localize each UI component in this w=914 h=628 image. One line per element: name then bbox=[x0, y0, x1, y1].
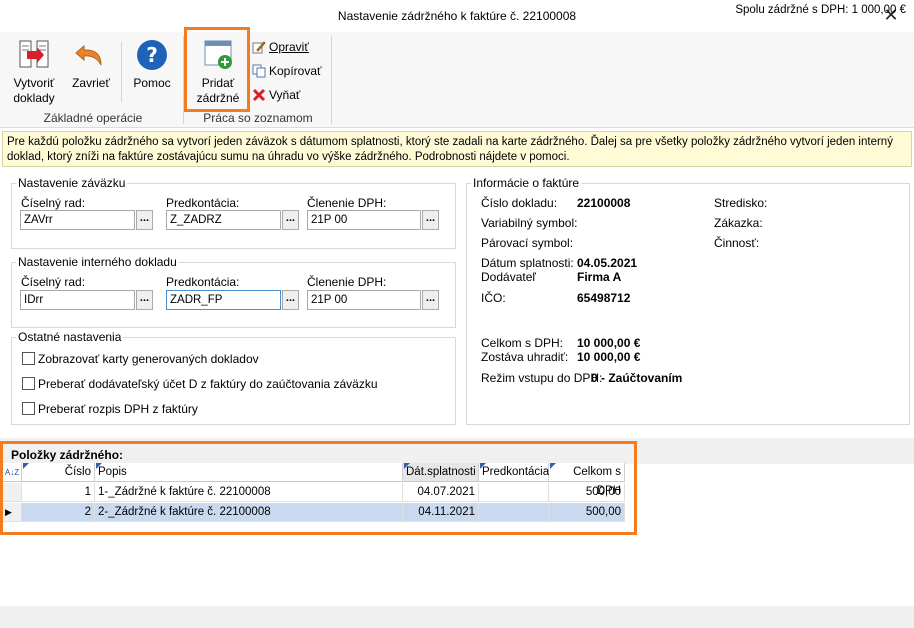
group-label-list: Práca so zoznamom bbox=[203, 111, 313, 125]
create-documents-icon bbox=[19, 40, 49, 68]
close-button[interactable]: Zavrieť bbox=[68, 38, 114, 91]
copy-button[interactable]: Kopírovať bbox=[252, 62, 322, 80]
remain-value: 10 000,00 € bbox=[577, 350, 641, 364]
info-message: Pre každú položku zádržného sa vytvorí j… bbox=[2, 131, 912, 167]
doc-no-value: 22100008 bbox=[577, 196, 631, 210]
liability-vat-input[interactable]: 21P 00 bbox=[307, 210, 421, 230]
internal-series-browse-button[interactable]: ... bbox=[136, 290, 153, 310]
help-button[interactable]: ? Pomoc bbox=[128, 38, 176, 91]
liability-vat-browse-button[interactable]: ... bbox=[422, 210, 439, 230]
highlight-grid bbox=[0, 441, 637, 535]
remove-button[interactable]: Vyňať bbox=[252, 86, 300, 104]
liability-predkont-input[interactable]: Z_ZADRZ bbox=[166, 210, 281, 230]
group-label-basic: Základné operácie bbox=[43, 111, 143, 125]
undo-arrow-icon bbox=[75, 44, 102, 66]
remain-label: Zostáva uhradiť: bbox=[481, 350, 569, 364]
liability-series-input[interactable]: ZAVrr bbox=[20, 210, 135, 230]
fieldset-liability-legend: Nastavenie záväzku bbox=[16, 176, 128, 190]
liability-series-label: Číselný rad: bbox=[21, 196, 86, 210]
fieldset-invoice-legend: Informácie o faktúre bbox=[471, 176, 582, 190]
supplier-label: Dodávateľ bbox=[481, 270, 536, 284]
doc-no-label: Číslo dokladu: bbox=[481, 196, 558, 210]
status-bar bbox=[0, 606, 914, 628]
total-label: Celkom s DPH: bbox=[481, 336, 564, 350]
var-sym-label: Variabilný symbol: bbox=[481, 216, 578, 230]
help-icon: ? bbox=[137, 40, 167, 70]
internal-predkont-input[interactable]: ZADR_FP bbox=[166, 290, 281, 310]
fieldset-other-legend: Ostatné nastavenia bbox=[16, 330, 124, 344]
take-account-checkbox[interactable] bbox=[22, 377, 35, 390]
internal-predkont-browse-button[interactable]: ... bbox=[282, 290, 299, 310]
due-value: 04.05.2021 bbox=[577, 256, 638, 270]
internal-vat-label: Členenie DPH: bbox=[307, 275, 387, 289]
liability-vat-label: Členenie DPH: bbox=[307, 196, 387, 210]
pair-sym-label: Párovací symbol: bbox=[481, 236, 574, 250]
show-cards-label: Zobrazovať karty generovaných dokladov bbox=[38, 352, 259, 366]
due-label: Dátum splatnosti: bbox=[481, 256, 574, 270]
vat-mode-label: Režim vstupu do DPH: bbox=[481, 371, 603, 385]
fieldset-internal-legend: Nastavenie interného dokladu bbox=[16, 255, 179, 269]
liability-predkont-label: Predkontácia: bbox=[166, 196, 240, 210]
liability-series-browse-button[interactable]: ... bbox=[136, 210, 153, 230]
internal-predkont-label: Predkontácia: bbox=[166, 275, 240, 289]
show-cards-checkbox[interactable] bbox=[22, 352, 35, 365]
create-documents-button[interactable]: Vytvoriť doklady bbox=[8, 38, 60, 106]
ico-label: IČO: bbox=[481, 291, 506, 305]
take-vat-label: Preberať rozpis DPH z faktúry bbox=[38, 402, 198, 416]
activity-label: Činnosť: bbox=[714, 236, 760, 250]
take-vat-checkbox[interactable] bbox=[22, 402, 35, 415]
internal-series-label: Číselný rad: bbox=[21, 275, 86, 289]
edit-pencil-icon bbox=[252, 41, 266, 54]
supplier-value: Firma A bbox=[577, 270, 622, 284]
internal-vat-input[interactable]: 21P 00 bbox=[307, 290, 421, 310]
ico-value: 65498712 bbox=[577, 291, 631, 305]
ribbon-separator bbox=[121, 42, 122, 102]
internal-vat-browse-button[interactable]: ... bbox=[422, 290, 439, 310]
total-value: 10 000,00 € bbox=[577, 336, 641, 350]
svg-text:?: ? bbox=[146, 43, 158, 67]
ribbon-group-separator-2 bbox=[331, 36, 332, 124]
highlight-add-button bbox=[184, 27, 250, 112]
liability-predkont-browse-button[interactable]: ... bbox=[282, 210, 299, 230]
take-account-label: Preberať dodávateľský účet D z faktúry d… bbox=[38, 377, 378, 391]
center-label: Stredisko: bbox=[714, 196, 768, 210]
edit-button[interactable]: Opraviť bbox=[252, 38, 309, 56]
internal-series-input[interactable]: IDrr bbox=[20, 290, 135, 310]
delete-x-icon bbox=[252, 88, 266, 102]
copy-icon bbox=[252, 64, 266, 78]
order-label: Zákazka: bbox=[714, 216, 763, 230]
vat-mode-value: 0 - Zaúčtovaním bbox=[591, 371, 683, 385]
retention-sum: Spolu zádržné s DPH: 1 000,00 € bbox=[735, 4, 906, 16]
